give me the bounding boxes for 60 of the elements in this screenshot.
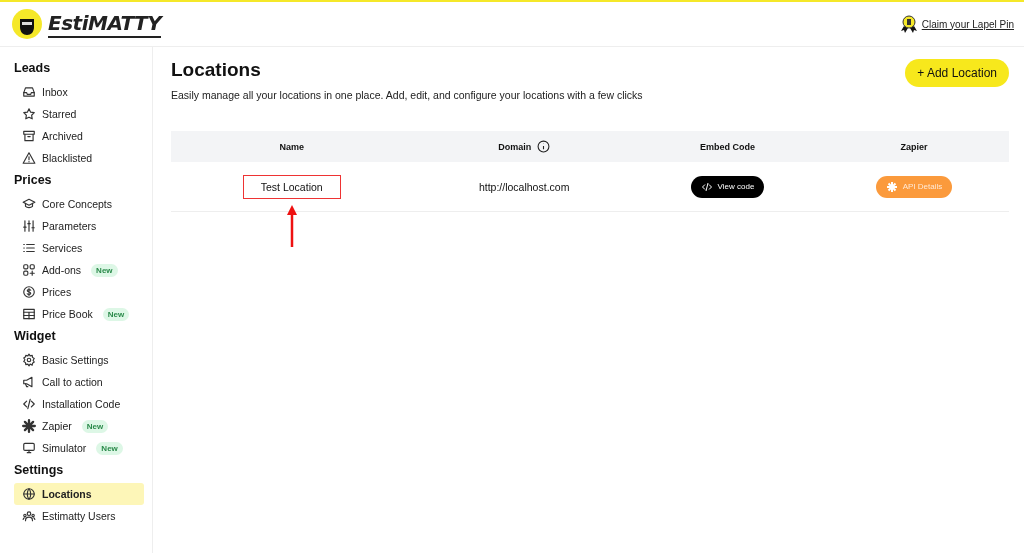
info-icon[interactable] — [537, 140, 551, 153]
archive-icon — [22, 129, 36, 143]
users-icon — [22, 509, 36, 523]
sidebar-item[interactable]: Estimatty Users — [14, 505, 144, 527]
column-header: Zapier — [900, 141, 928, 152]
sidebar-item[interactable]: Inbox — [14, 81, 144, 103]
monitor-icon — [22, 441, 36, 455]
asterisk-icon — [885, 180, 898, 193]
sidebar-item[interactable]: Basic Settings — [14, 349, 144, 371]
megaphone-icon — [22, 375, 36, 389]
column-header: Name — [279, 141, 304, 152]
new-badge: New — [96, 441, 123, 455]
sidebar-item[interactable]: Price Book New — [14, 303, 144, 325]
medal-icon — [899, 15, 918, 33]
graduation-cap-icon — [22, 197, 36, 211]
dollar-icon — [22, 285, 36, 299]
new-badge: New — [81, 419, 109, 433]
sidebar-item[interactable]: Simulator New — [14, 437, 144, 459]
location-name: Test Location — [242, 174, 341, 199]
new-badge: New — [91, 263, 118, 277]
inbox-icon — [22, 85, 36, 99]
logo-text: EstiMATTY — [48, 10, 162, 38]
code-icon — [700, 180, 713, 193]
star-icon — [22, 107, 36, 121]
sidebar-item[interactable]: Blacklisted — [14, 147, 144, 169]
new-badge: New — [102, 307, 130, 321]
list-icon — [22, 241, 36, 255]
sidebar-item[interactable]: Add-ons New — [14, 259, 144, 281]
asterisk-icon — [22, 419, 36, 433]
sidebar-item[interactable]: Core Concepts — [14, 193, 144, 215]
sidebar-item[interactable]: Locations — [14, 483, 144, 505]
domain-cell: http://localhost.com — [412, 162, 636, 212]
sidebar-item[interactable]: Starred — [14, 103, 144, 125]
sidebar-section-title: Settings — [14, 463, 65, 477]
sidebar-section-title: Prices — [14, 173, 53, 187]
bearded-man-logo-icon — [12, 9, 42, 39]
warning-icon — [22, 151, 36, 165]
sidebar-item[interactable]: Zapier New — [14, 415, 144, 437]
table-icon — [22, 307, 36, 321]
sidebar-item[interactable]: Archived — [14, 125, 144, 147]
gear-icon — [22, 353, 36, 367]
code-icon — [22, 397, 36, 411]
sidebar-item[interactable]: Call to action — [14, 371, 144, 393]
sidebar-item[interactable]: Prices — [14, 281, 144, 303]
page-subtitle: Easily manage all your locations in one place. Add, edit, and configure your locations with a few clicks — [171, 89, 643, 101]
sidebar-item[interactable]: Services — [14, 237, 144, 259]
globe-icon — [22, 487, 36, 501]
view-code-button[interactable]: View code — [690, 175, 765, 198]
grid-icon — [22, 263, 36, 277]
sidebar-section-title: Widget — [14, 329, 57, 343]
column-header: Embed Code — [699, 141, 755, 152]
claim-lapel-pin-link[interactable]: Claim your Lapel Pin — [921, 18, 1014, 30]
sidebar-section-title: Leads — [14, 61, 52, 75]
add-location-button[interactable]: + Add Location — [905, 59, 1009, 87]
annotation-arrow — [286, 204, 297, 247]
column-header: Domain — [498, 141, 532, 152]
sidebar-item[interactable]: Parameters — [14, 215, 144, 237]
sidebar-item[interactable]: Installation Code — [14, 393, 144, 415]
page-title: Locations — [171, 59, 262, 81]
sliders-icon — [22, 219, 36, 233]
